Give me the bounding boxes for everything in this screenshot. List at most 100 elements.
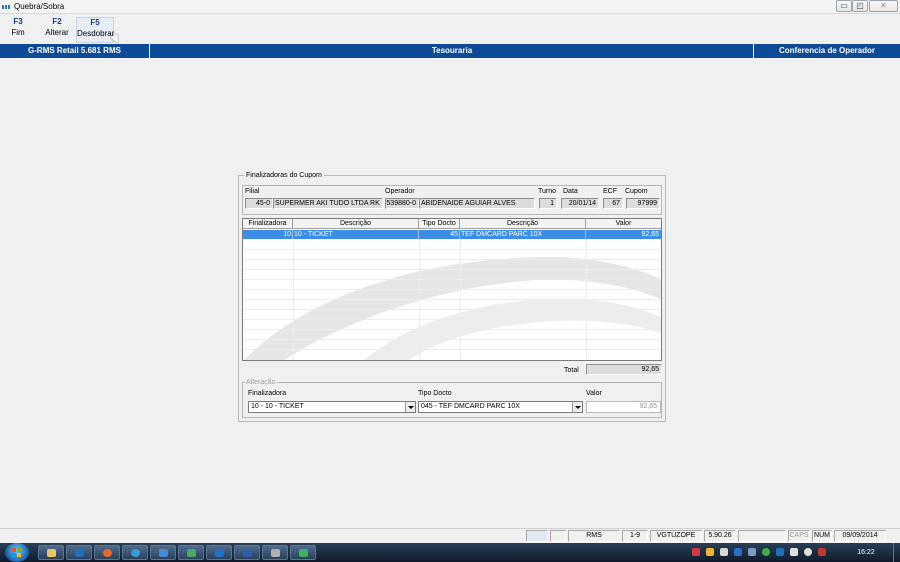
taskbar-firefox-icon[interactable] xyxy=(94,545,120,560)
title-bar: Quebra/Sobra ▭ ◰ ✕ xyxy=(0,0,900,14)
alterar-button[interactable]: F2 Alterar xyxy=(42,17,72,43)
desdobrar-key: F5 xyxy=(90,18,100,27)
desdobrar-label: Desdobrar xyxy=(77,29,115,38)
taskbar-explorer-icon[interactable] xyxy=(38,545,64,560)
alt-finalizadora-label: Finalizadora xyxy=(248,390,287,397)
finalizadoras-grid[interactable]: Finalizadora Descrição Tipo Docto Descri… xyxy=(242,218,662,361)
cell-tipo-docto: 45 xyxy=(419,230,460,239)
table-row[interactable]: 10 10 - TICKET 45 TEF DMCARD PARC 10X 92… xyxy=(243,230,661,239)
taskbar-tool-icon[interactable] xyxy=(178,545,204,560)
turno-field: 1 xyxy=(539,198,557,209)
status-num: NUM xyxy=(812,530,832,542)
taskbar-pen-icon[interactable] xyxy=(290,545,316,560)
alteracao-legend: Alteração xyxy=(245,379,277,386)
alteracao-box: Alteração Finalizadora 10 - 10 - TICKET … xyxy=(242,379,662,418)
taskbar-lync-icon[interactable] xyxy=(206,545,232,560)
tray-outlook-icon[interactable] xyxy=(776,548,784,556)
col-descricao[interactable]: Descrição xyxy=(293,219,419,229)
start-button[interactable] xyxy=(5,543,29,562)
tipo-docto-select[interactable]: 045 - TEF DMCARD PARC 10X xyxy=(418,401,583,413)
alt-valor-label: Valor xyxy=(586,390,602,397)
taskbar-rms-icon[interactable] xyxy=(262,545,288,560)
col-valor[interactable]: Valor xyxy=(586,219,661,229)
panel-legend: Finalizadoras do Cupom xyxy=(244,172,324,179)
tray-mail-icon[interactable] xyxy=(720,548,728,556)
taskbar-app-icon[interactable] xyxy=(122,545,148,560)
desdobrar-button[interactable]: F5 Desdobrar xyxy=(76,17,114,43)
minimize-button[interactable]: ▭ xyxy=(836,0,852,12)
tipo-docto-select-value: 045 - TEF DMCARD PARC 10X xyxy=(421,403,520,410)
screen-name: Conferencia de Operador xyxy=(753,44,900,58)
volume-icon[interactable] xyxy=(804,548,812,556)
system-tray xyxy=(688,546,833,559)
col-descricao-2[interactable]: Descrição xyxy=(460,219,586,229)
cupom-field: 97999 xyxy=(626,198,660,209)
col-tipo-docto[interactable]: Tipo Docto xyxy=(419,219,460,229)
toolbar: F3 Fim F2 Alterar F5 Desdobrar xyxy=(0,15,900,46)
windows-logo-icon xyxy=(12,548,22,557)
status-empty xyxy=(738,530,786,542)
valor-input[interactable]: 92,65 xyxy=(586,401,661,413)
filial-label: Filial xyxy=(245,188,260,195)
col-finalizadora[interactable]: Finalizadora xyxy=(243,219,293,229)
status-version: 5.90.26 xyxy=(704,530,736,542)
cell-valor: 92,65 xyxy=(641,231,659,238)
tray-network-icon[interactable] xyxy=(734,548,742,556)
fim-label: Fim xyxy=(11,28,25,37)
operador-code-field: 539880-0 xyxy=(385,198,419,209)
operador-label: Operador xyxy=(385,188,415,195)
module-name: Tesouraria xyxy=(431,46,473,55)
finalizadoras-panel: Finalizadoras do Cupom Filial 45-0 SUPER… xyxy=(238,172,666,422)
header-bar: G-RMS Retail 5.681 RMS Tesouraria Confer… xyxy=(0,44,900,58)
window-title: Quebra/Sobra xyxy=(14,2,65,11)
app-icon xyxy=(2,4,12,9)
alterar-label: Alterar xyxy=(45,28,69,37)
keyboard-icon xyxy=(526,530,548,542)
taskbar-clock[interactable]: 16:22 xyxy=(848,543,884,562)
taskbar-word-icon[interactable] xyxy=(234,545,260,560)
data-label: Data xyxy=(563,188,578,195)
tray-alert-icon[interactable] xyxy=(692,548,700,556)
chevron-down-icon[interactable] xyxy=(572,402,582,412)
chevron-down-icon[interactable] xyxy=(405,402,415,412)
tray-flag-icon[interactable] xyxy=(818,548,826,556)
finalizadora-select[interactable]: 10 - 10 - TICKET xyxy=(248,401,416,413)
close-button[interactable]: ✕ xyxy=(869,0,898,12)
fim-button[interactable]: F3 Fim xyxy=(4,17,32,43)
status-user: VGTUZOPE xyxy=(650,530,702,542)
ecf-field: 67 xyxy=(603,198,623,209)
cell-finalizadora: 10 xyxy=(243,230,293,239)
taskbar-link-icon[interactable] xyxy=(150,545,176,560)
filial-code-field: 45-0 xyxy=(245,198,273,209)
status-date: 09/09/2014 xyxy=(834,530,886,542)
status-range: 1-9 xyxy=(622,530,648,542)
status-system: RMS xyxy=(568,530,620,542)
total-field: 92,65 xyxy=(586,364,662,375)
alterar-key: F2 xyxy=(52,17,62,26)
status-caps: CAPS xyxy=(788,530,810,542)
product-name: G-RMS Retail 5.681 RMS xyxy=(0,44,150,58)
cell-descricao: 10 - TICKET xyxy=(293,230,419,239)
filial-name-field: SUPERMER AKI TUDO LTDA RK xyxy=(273,198,383,209)
cell-descricao-2: TEF DMCARD PARC 10X xyxy=(460,230,586,239)
finalizadora-select-value: 10 - 10 - TICKET xyxy=(251,403,304,410)
document-icon xyxy=(550,530,566,542)
data-field: 20/01/14 xyxy=(561,198,599,209)
ecf-label: ECF xyxy=(603,188,617,195)
show-desktop-button[interactable] xyxy=(893,543,900,562)
tray-status-icon[interactable] xyxy=(762,548,770,556)
alt-tipo-docto-label: Tipo Docto xyxy=(418,390,452,397)
tray-monitor-icon[interactable] xyxy=(790,548,798,556)
watermark-swoosh xyxy=(244,256,661,360)
cupom-label: Cupom xyxy=(625,188,648,195)
status-bar: RMS 1-9 VGTUZOPE 5.90.26 CAPS NUM 09/09/… xyxy=(0,528,900,543)
turno-label: Turno xyxy=(538,188,557,195)
total-label: Total xyxy=(564,367,579,374)
maximize-button[interactable]: ◰ xyxy=(852,0,868,12)
tray-shield-icon[interactable] xyxy=(706,548,714,556)
taskbar-outlook-icon[interactable] xyxy=(66,545,92,560)
fim-key: F3 xyxy=(13,17,23,26)
tray-link-icon[interactable] xyxy=(748,548,756,556)
operador-name-field: ABIDENAIDE AGUIAR ALVES xyxy=(419,198,535,209)
cupom-info-box: Filial 45-0 SUPERMER AKI TUDO LTDA RK Op… xyxy=(242,185,662,215)
